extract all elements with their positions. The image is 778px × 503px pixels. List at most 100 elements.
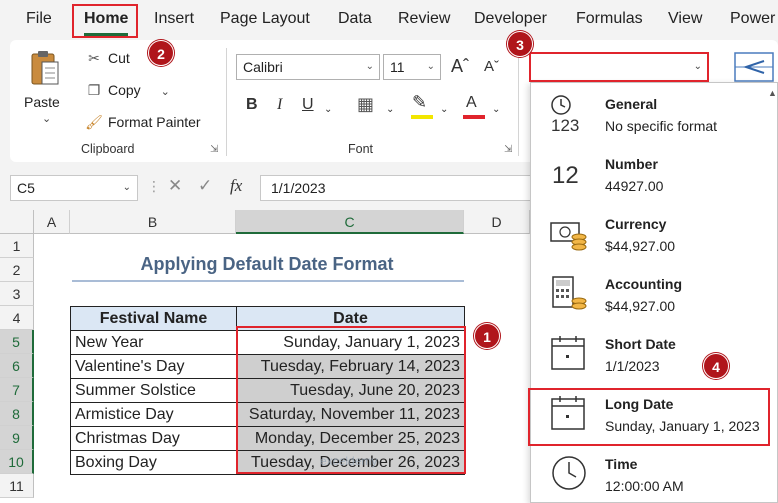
tab-power[interactable]: Power [730, 10, 775, 28]
clipboard-group-label: Clipboard [81, 142, 135, 156]
chevron-down-icon[interactable]: ⌄ [492, 104, 500, 115]
row-header[interactable]: 7 [0, 378, 34, 402]
copy-button[interactable]: ❐ Copy ⌄ [84, 82, 170, 99]
scroll-up-icon[interactable]: ▲ [768, 88, 777, 98]
format-painter-button[interactable]: 🖌 Format Painter [84, 114, 201, 131]
festival-cell[interactable]: Christmas Day [70, 426, 237, 451]
enter-icon[interactable]: ✓ [198, 176, 212, 196]
row-header[interactable]: 3 [0, 282, 34, 306]
font-size-select[interactable]: 11 ⌄ [383, 54, 441, 80]
tab-data[interactable]: Data [338, 10, 372, 28]
column-header-b[interactable]: B [70, 210, 236, 234]
font-color-icon[interactable]: A [466, 94, 477, 112]
name-box-value: C5 [17, 180, 35, 196]
highlight-long-date-option [528, 388, 770, 446]
font-color-swatch [463, 115, 485, 119]
fill-color-icon[interactable]: ✎ [412, 92, 427, 113]
tab-file[interactable]: File [26, 10, 52, 28]
font-group-label: Font [348, 142, 374, 156]
chevron-down-icon[interactable]: ⌄ [161, 86, 170, 98]
row-header[interactable]: 6 [0, 354, 34, 378]
format-sample: No specific format [605, 118, 718, 134]
bold-icon[interactable]: B [246, 96, 258, 114]
fill-color-swatch [411, 115, 433, 119]
borders-icon[interactable]: ▦ [357, 94, 374, 115]
chevron-down-icon: ⌄ [426, 61, 435, 72]
svg-text:12: 12 [552, 162, 579, 189]
highlight-number-format-box [529, 52, 709, 82]
festival-cell[interactable]: Summer Solstice [70, 378, 237, 403]
festival-cell[interactable]: Armistice Day [70, 402, 237, 427]
row-header[interactable]: 5 [0, 330, 34, 354]
chevron-down-icon[interactable]: ⌄ [324, 104, 332, 115]
row-header[interactable]: 8 [0, 402, 34, 426]
cut-label: Cut [108, 50, 130, 66]
underline-icon[interactable]: U [302, 96, 314, 114]
wrap-indent-icon[interactable] [734, 50, 774, 84]
paste-label: Paste [24, 94, 60, 110]
chevron-down-icon: ⌄ [122, 182, 131, 193]
row-header[interactable]: 1 [0, 234, 34, 258]
tab-view[interactable]: View [668, 10, 702, 28]
column-header-d[interactable]: D [464, 210, 530, 234]
chevron-down-icon[interactable]: ⌄ [440, 104, 448, 115]
row-header[interactable]: 11 [0, 474, 34, 498]
format-option-number[interactable]: 12 Number 44927.00 [531, 143, 778, 203]
name-box[interactable]: C5 ⌄ [10, 175, 138, 201]
font-family-select[interactable]: Calibri ⌄ [236, 54, 380, 80]
chevron-down-icon[interactable]: ⌄ [386, 104, 394, 115]
chevron-down-icon[interactable]: ⌄ [42, 112, 51, 125]
format-name: Accounting [605, 276, 682, 292]
column-header-a[interactable]: A [34, 210, 70, 234]
format-option-currency[interactable]: Currency $44,927.00 [531, 203, 778, 263]
dialog-launcher-icon[interactable]: ⇲ [210, 144, 218, 155]
tab-formulas[interactable]: Formulas [576, 10, 643, 28]
copy-icon: ❐ [87, 82, 101, 98]
format-name: General [605, 96, 658, 112]
format-option-time[interactable]: Time 12:00:00 AM [531, 443, 778, 503]
format-name: Currency [605, 216, 667, 232]
row-header[interactable]: 10 [0, 450, 34, 474]
format-sample: $44,927.00 [605, 238, 676, 254]
tab-insert[interactable]: Insert [154, 10, 194, 28]
step-badge-1: 1 [474, 323, 500, 349]
row-header[interactable]: 4 [0, 306, 34, 330]
cancel-icon[interactable]: ✕ [168, 176, 182, 196]
title-underline [72, 280, 464, 282]
insert-function-icon[interactable]: fx [230, 176, 242, 196]
currency-icon [550, 222, 587, 251]
paintbrush-icon: 🖌 [85, 114, 103, 130]
festival-cell[interactable]: Valentine's Day [70, 354, 237, 379]
italic-icon[interactable]: I [277, 96, 282, 114]
cut-button[interactable]: ✂ Cut [84, 50, 130, 67]
scissors-icon: ✂ [88, 50, 100, 66]
svg-text:123: 123 [551, 116, 579, 133]
format-sample: $44,927.00 [605, 298, 676, 314]
excel-window: File Home Insert Page Layout Data Review… [0, 0, 778, 503]
row-header[interactable]: 9 [0, 426, 34, 450]
group-divider [226, 48, 227, 156]
increase-font-size-icon[interactable]: Aˆ [451, 56, 469, 77]
format-option-short-date[interactable]: Short Date 1/1/2023 [531, 323, 778, 383]
decrease-font-size-icon[interactable]: Aˇ [484, 58, 499, 75]
select-all-corner[interactable] [0, 210, 34, 234]
paste-button[interactable]: Paste ⌄ [22, 50, 72, 130]
format-option-accounting[interactable]: Accounting $44,927.00 [531, 263, 778, 323]
formula-input[interactable]: 1/1/2023 [260, 175, 560, 201]
copy-label: Copy [108, 82, 141, 98]
accounting-icon [552, 276, 587, 310]
format-option-general[interactable]: 123 General No specific format [531, 83, 778, 143]
festival-cell[interactable]: Boxing Day [70, 450, 237, 475]
tab-review[interactable]: Review [398, 10, 450, 28]
format-painter-label: Format Painter [108, 114, 201, 130]
festival-cell[interactable]: New Year [70, 330, 237, 355]
table-header-festival[interactable]: Festival Name [70, 306, 237, 331]
column-header-c[interactable]: C [236, 210, 464, 234]
clipboard-icon [31, 51, 59, 85]
tab-page-layout[interactable]: Page Layout [220, 10, 310, 28]
dialog-launcher-icon[interactable]: ⇲ [504, 144, 512, 155]
row-header[interactable]: 2 [0, 258, 34, 282]
formula-value: 1/1/2023 [271, 180, 326, 196]
tab-developer[interactable]: Developer [474, 10, 547, 28]
highlight-home-tab [72, 4, 138, 38]
